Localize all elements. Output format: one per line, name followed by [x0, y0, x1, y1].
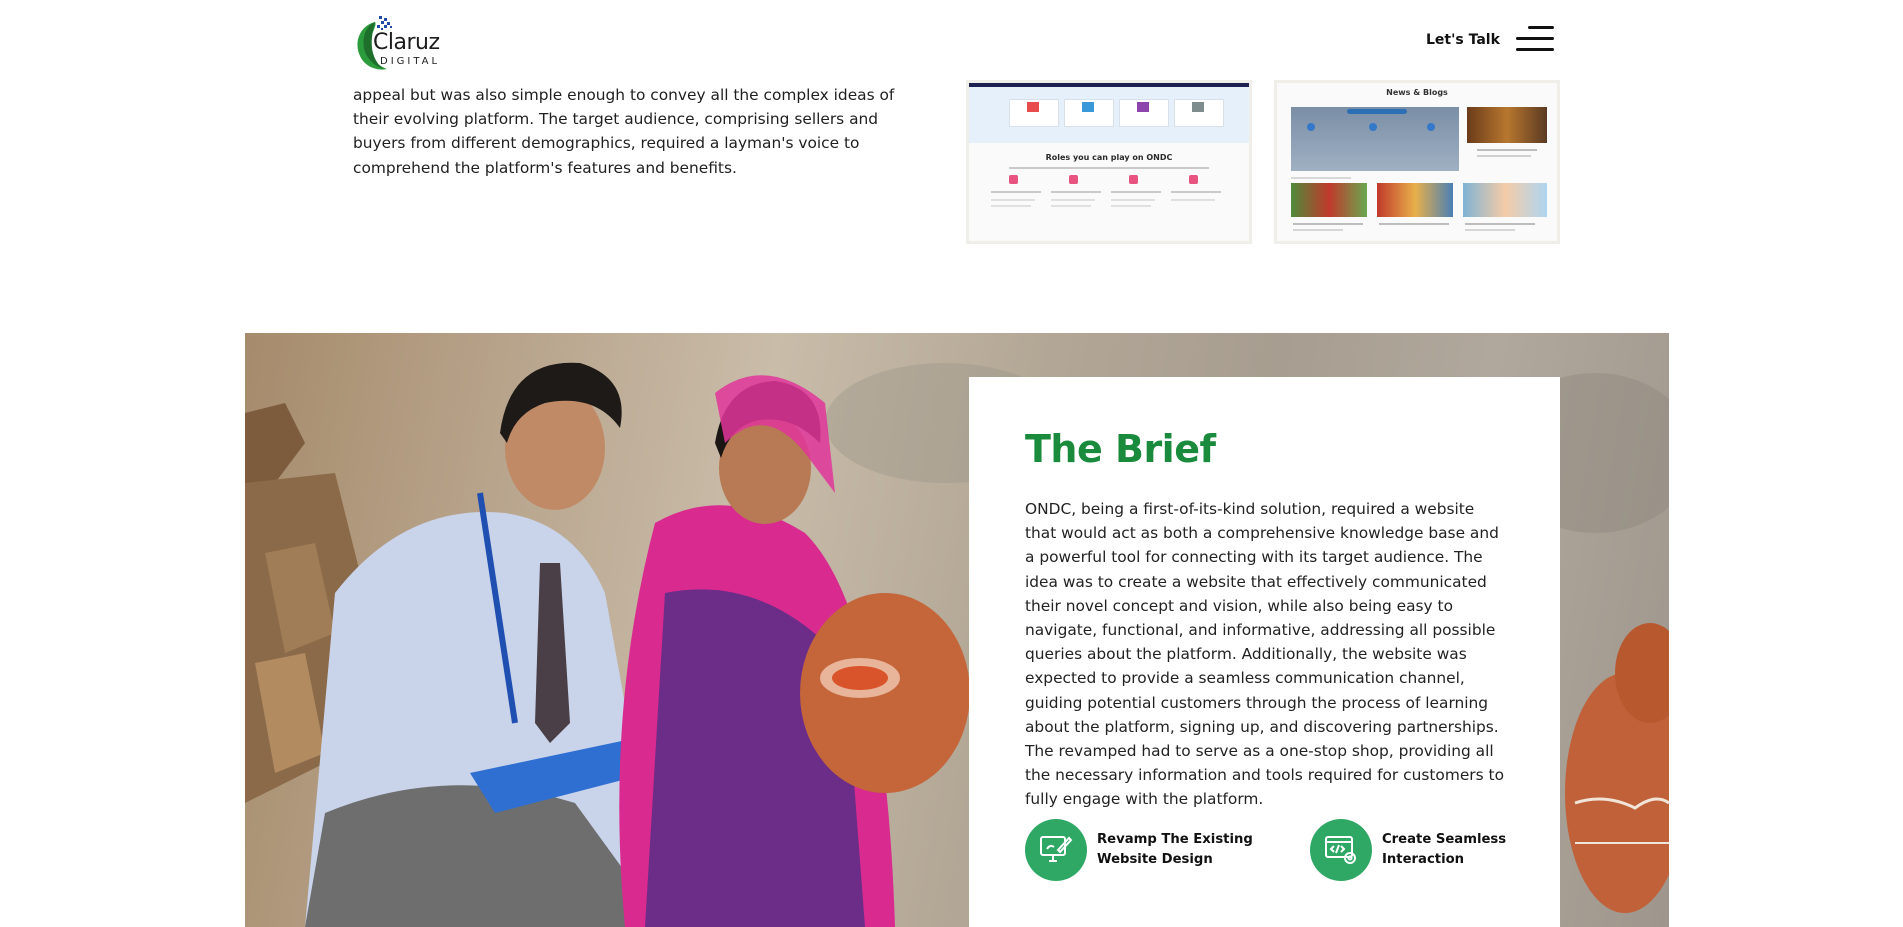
- feature-label: Create Seamless Interaction: [1382, 832, 1507, 867]
- thumbnail-news-blogs[interactable]: News & Blogs: [1277, 83, 1557, 241]
- thumbnail-roles[interactable]: Roles you can play on ONDC: [969, 83, 1249, 241]
- thumbnail-roles-title: Roles you can play on ONDC: [1045, 153, 1173, 162]
- intro-paragraph: appeal but was also simple enough to con…: [353, 86, 895, 177]
- brief-title: The Brief: [1025, 427, 1216, 471]
- feature-seamless-interaction: Create Seamless Interaction: [1310, 819, 1547, 881]
- logo-text: Claruz: [373, 30, 440, 55]
- feature-label: Revamp The Existing Website Design: [1097, 832, 1253, 867]
- thumbnail-news-title: News & Blogs: [1386, 88, 1448, 97]
- hamburger-menu-icon[interactable]: [1516, 26, 1554, 52]
- logo-subtext: DIGITAL: [380, 56, 441, 67]
- lets-talk-link[interactable]: Let's Talk: [1426, 32, 1500, 48]
- feature-revamp-design: Revamp The Existing Website Design: [1025, 819, 1262, 881]
- brief-card: The Brief ONDC, being a first-of-its-kin…: [969, 377, 1560, 927]
- code-settings-icon: [1310, 819, 1372, 881]
- brief-paragraph: ONDC, being a first-of-its-kind solution…: [1025, 500, 1504, 809]
- logo[interactable]: Claruz DIGITAL: [353, 6, 443, 76]
- design-monitor-icon: [1025, 819, 1087, 881]
